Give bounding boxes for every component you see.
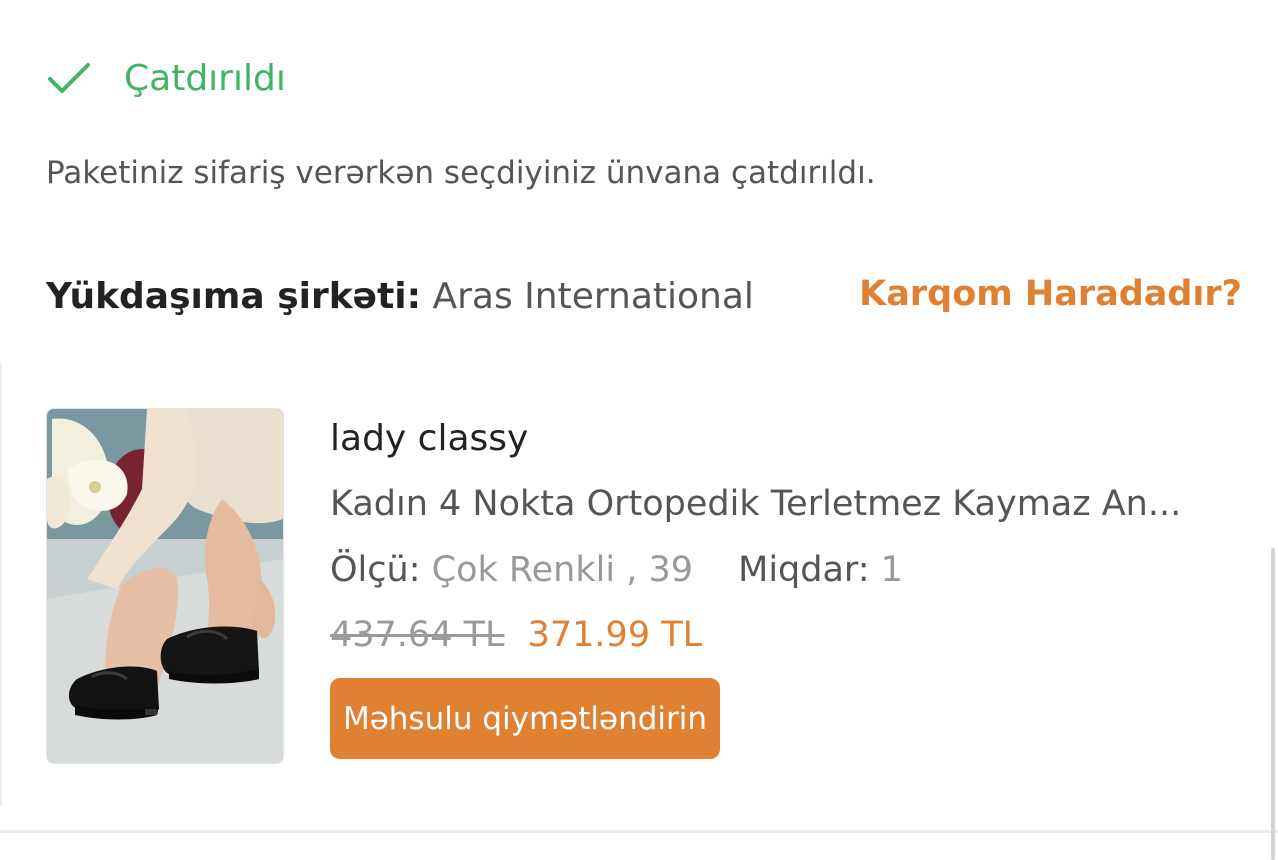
product-attributes: Ölçü: Çok Renkli , 39 Miqdar: 1 xyxy=(330,550,903,590)
size-value: Çok Renkli , 39 xyxy=(431,550,693,590)
quantity-block: Miqdar: 1 xyxy=(738,550,903,590)
quantity-label: Miqdar: xyxy=(738,550,870,590)
order-detail-page: Çatdırıldı Paketiniz sifariş verərkən se… xyxy=(0,0,1278,860)
carrier-name: Aras International xyxy=(432,276,754,317)
divider xyxy=(0,364,2,806)
delivery-status-title: Çatdırıldı xyxy=(124,57,286,99)
product-name[interactable]: Kadın 4 Nokta Ortopedik Terletmez Kaymaz… xyxy=(330,484,1181,524)
carrier-info: Yükdaşıma şirkəti: Aras International xyxy=(46,276,754,317)
checkmark-icon xyxy=(48,63,90,93)
quantity-value: 1 xyxy=(880,550,903,590)
original-price: 437.64 TL xyxy=(330,615,505,655)
product-brand: lady classy xyxy=(330,418,529,459)
scrollbar[interactable] xyxy=(1271,548,1275,860)
delivery-status-row: Çatdırıldı xyxy=(46,50,286,106)
delivery-status-description: Paketiniz sifariş verərkən seçdiyiniz ün… xyxy=(46,155,876,191)
discounted-price: 371.99 TL xyxy=(527,615,703,655)
product-photo xyxy=(47,409,283,763)
size-label: Ölçü: xyxy=(330,550,421,590)
price-row: 437.64 TL 371.99 TL xyxy=(330,615,702,655)
track-package-link[interactable]: Karqom Haradadır? xyxy=(859,274,1242,314)
rate-product-button[interactable]: Məhsulu qiymətləndirin xyxy=(330,678,720,759)
carrier-label: Yükdaşıma şirkəti: xyxy=(46,276,422,317)
divider xyxy=(0,830,1278,833)
product-image[interactable] xyxy=(46,408,284,764)
